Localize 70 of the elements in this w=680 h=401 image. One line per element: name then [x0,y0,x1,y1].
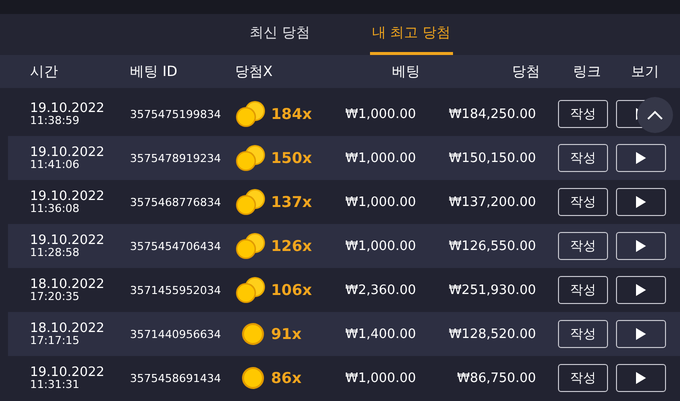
write-button[interactable]: 작성 [558,100,608,128]
win-amount: ₩184,250.00 [448,106,536,122]
date-text: 18.10.2022 [30,278,106,291]
multiplier: 150x [270,149,313,167]
play-button[interactable] [616,320,666,348]
bet-amount: ₩1,000.00 [344,370,416,386]
time-text: 17:17:15 [30,335,80,346]
win-amount: ₩86,750.00 [456,370,536,386]
date-text: 19.10.2022 [30,102,106,115]
win-amount: ₩137,200.00 [448,194,536,210]
multiplier: 184x [270,105,313,123]
bet-amount: ₩1,000.00 [344,150,416,166]
coins-icon [235,276,267,304]
column-header: 보기 [630,62,660,80]
write-button[interactable]: 작성 [558,320,608,348]
column-header: 링크 [572,62,602,80]
date-text: 19.10.2022 [30,146,106,159]
bet-id: 3575458691434 [130,372,222,384]
coins-icon [235,188,267,216]
bet-amount: ₩2,360.00 [344,282,416,298]
bet-amount: ₩1,400.00 [344,326,416,342]
bet-id: 3571455952034 [130,284,222,296]
time-text: 11:36:08 [30,203,80,214]
bet-id: 3571440956634 [130,328,222,340]
bet-id: 3575475199834 [130,108,222,120]
win-amount: ₩251,930.00 [448,282,536,298]
time-text: 11:28:58 [30,247,80,258]
time-text: 11:41:06 [30,159,80,170]
date-text: 19.10.2022 [30,234,106,247]
scroll-top-overlay[interactable] [637,97,673,133]
time-text: 11:31:31 [30,379,80,390]
multiplier: 86x [270,369,303,387]
bet-amount: ₩1,000.00 [344,106,416,122]
win-amount: ₩128,520.00 [448,326,536,342]
column-header: 베팅 ID [130,62,178,80]
chevron-up-icon [647,110,663,120]
bet-amount: ₩1,000.00 [344,194,416,210]
column-header: 당첨 [511,62,540,80]
write-button[interactable]: 작성 [558,232,608,260]
play-button[interactable] [616,276,666,304]
multiplier: 126x [270,237,313,255]
play-button[interactable] [616,364,666,392]
date-text: 19.10.2022 [30,190,106,203]
tab[interactable]: 최신 당첨 [247,14,312,55]
coins-icon [235,100,267,128]
write-button[interactable]: 작성 [558,276,608,304]
play-button[interactable] [616,232,666,260]
bet-amount: ₩1,000.00 [344,238,416,254]
write-button[interactable]: 작성 [558,364,608,392]
column-header: 시간 [30,62,59,80]
multiplier: 106x [270,281,313,299]
write-button[interactable]: 작성 [558,144,608,172]
date-text: 18.10.2022 [30,322,106,335]
win-amount: ₩150,150.00 [448,150,536,166]
multiplier: 137x [270,193,313,211]
coins-icon [235,144,267,172]
time-text: 17:20:35 [30,291,80,302]
bet-id: 3575478919234 [130,152,222,164]
column-header: 당첨X [235,62,274,80]
win-amount: ₩126,550.00 [448,238,536,254]
multiplier: 91x [270,325,303,343]
time-text: 11:38:59 [30,115,80,126]
bet-id: 3575468776834 [130,196,222,208]
play-button[interactable] [616,144,666,172]
coins-icon [235,232,267,260]
bet-id: 3575454706434 [130,240,222,252]
column-header: 베팅 [391,62,420,80]
write-button[interactable]: 작성 [558,188,608,216]
play-button[interactable] [616,188,666,216]
date-text: 19.10.2022 [30,366,106,379]
